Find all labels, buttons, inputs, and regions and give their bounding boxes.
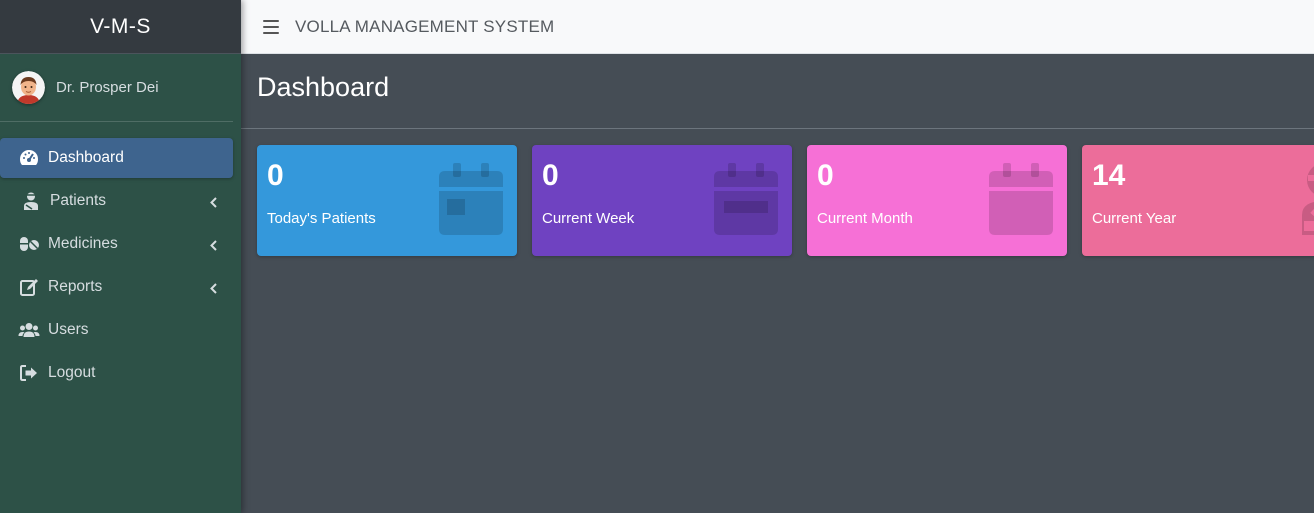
stat-value: 0 <box>542 159 559 192</box>
divider <box>241 128 1314 129</box>
stat-card-current-month[interactable]: 0 Current Month <box>807 145 1067 256</box>
hamburger-icon[interactable] <box>263 19 279 34</box>
stat-value: 0 <box>267 159 284 192</box>
user-avatar[interactable] <box>12 71 45 104</box>
top-navbar: VOLLA MANAGEMENT SYSTEM <box>241 0 1314 54</box>
tachometer-icon <box>18 147 40 169</box>
user-name[interactable]: Dr. Prosper Dei <box>56 79 159 96</box>
chevron-left-icon[interactable] <box>210 238 217 256</box>
user-injured-icon <box>1298 163 1314 240</box>
stat-card-todays-patients[interactable]: 0 Today's Patients <box>257 145 517 256</box>
brand-logo[interactable]: V-M-S <box>0 0 241 54</box>
sidebar-item-reports[interactable]: Reports <box>0 267 233 307</box>
sidebar-item-label: Logout <box>48 364 96 381</box>
stat-label: Today's Patients <box>267 210 376 227</box>
sidebar-item-label: Users <box>48 321 89 338</box>
users-icon <box>18 319 40 341</box>
stat-label: Current Month <box>817 210 913 227</box>
user-injured-icon <box>20 190 42 212</box>
stat-card-current-week[interactable]: 0 Current Week <box>532 145 792 256</box>
user-panel[interactable]: Dr. Prosper Dei <box>0 54 233 122</box>
sidebar-item-dashboard[interactable]: Dashboard <box>0 138 233 178</box>
sidebar-item-logout[interactable]: Logout <box>0 353 233 393</box>
stat-card-current-year[interactable]: 14 Current Year <box>1082 145 1314 256</box>
sign-out-icon <box>18 362 40 384</box>
sidebar-item-label: Reports <box>48 278 103 295</box>
chevron-left-icon[interactable] <box>210 195 217 213</box>
calendar-week-icon <box>714 163 778 240</box>
sidebar-item-patients[interactable]: Patients <box>0 181 233 221</box>
page-title: Dashboard <box>257 72 390 102</box>
stat-label: Current Year <box>1092 210 1177 227</box>
sidebar-item-medicines[interactable]: Medicines <box>0 224 233 264</box>
app-title: VOLLA MANAGEMENT SYSTEM <box>295 16 555 36</box>
stat-label: Current Week <box>542 210 635 227</box>
sidebar-nav: Dashboard Patients Medicines Reports Use… <box>0 122 241 393</box>
pills-icon <box>18 233 40 255</box>
sidebar-item-users[interactable]: Users <box>0 310 233 350</box>
sidebar: V-M-S Dr. Prosper Dei Dashboard Patients… <box>0 0 241 513</box>
sidebar-item-label: Patients <box>50 192 107 209</box>
sidebar-item-label: Medicines <box>48 235 118 252</box>
sidebar-item-label: Dashboard <box>48 149 124 166</box>
main-content: Dashboard 0 Today's Patients 0 Current W… <box>241 54 1314 513</box>
stat-value: 14 <box>1092 159 1126 192</box>
stat-value: 0 <box>817 159 834 192</box>
calendar-day-icon <box>439 163 503 240</box>
chevron-left-icon[interactable] <box>210 281 217 299</box>
calendar-icon <box>989 163 1053 240</box>
edit-icon <box>18 276 40 298</box>
